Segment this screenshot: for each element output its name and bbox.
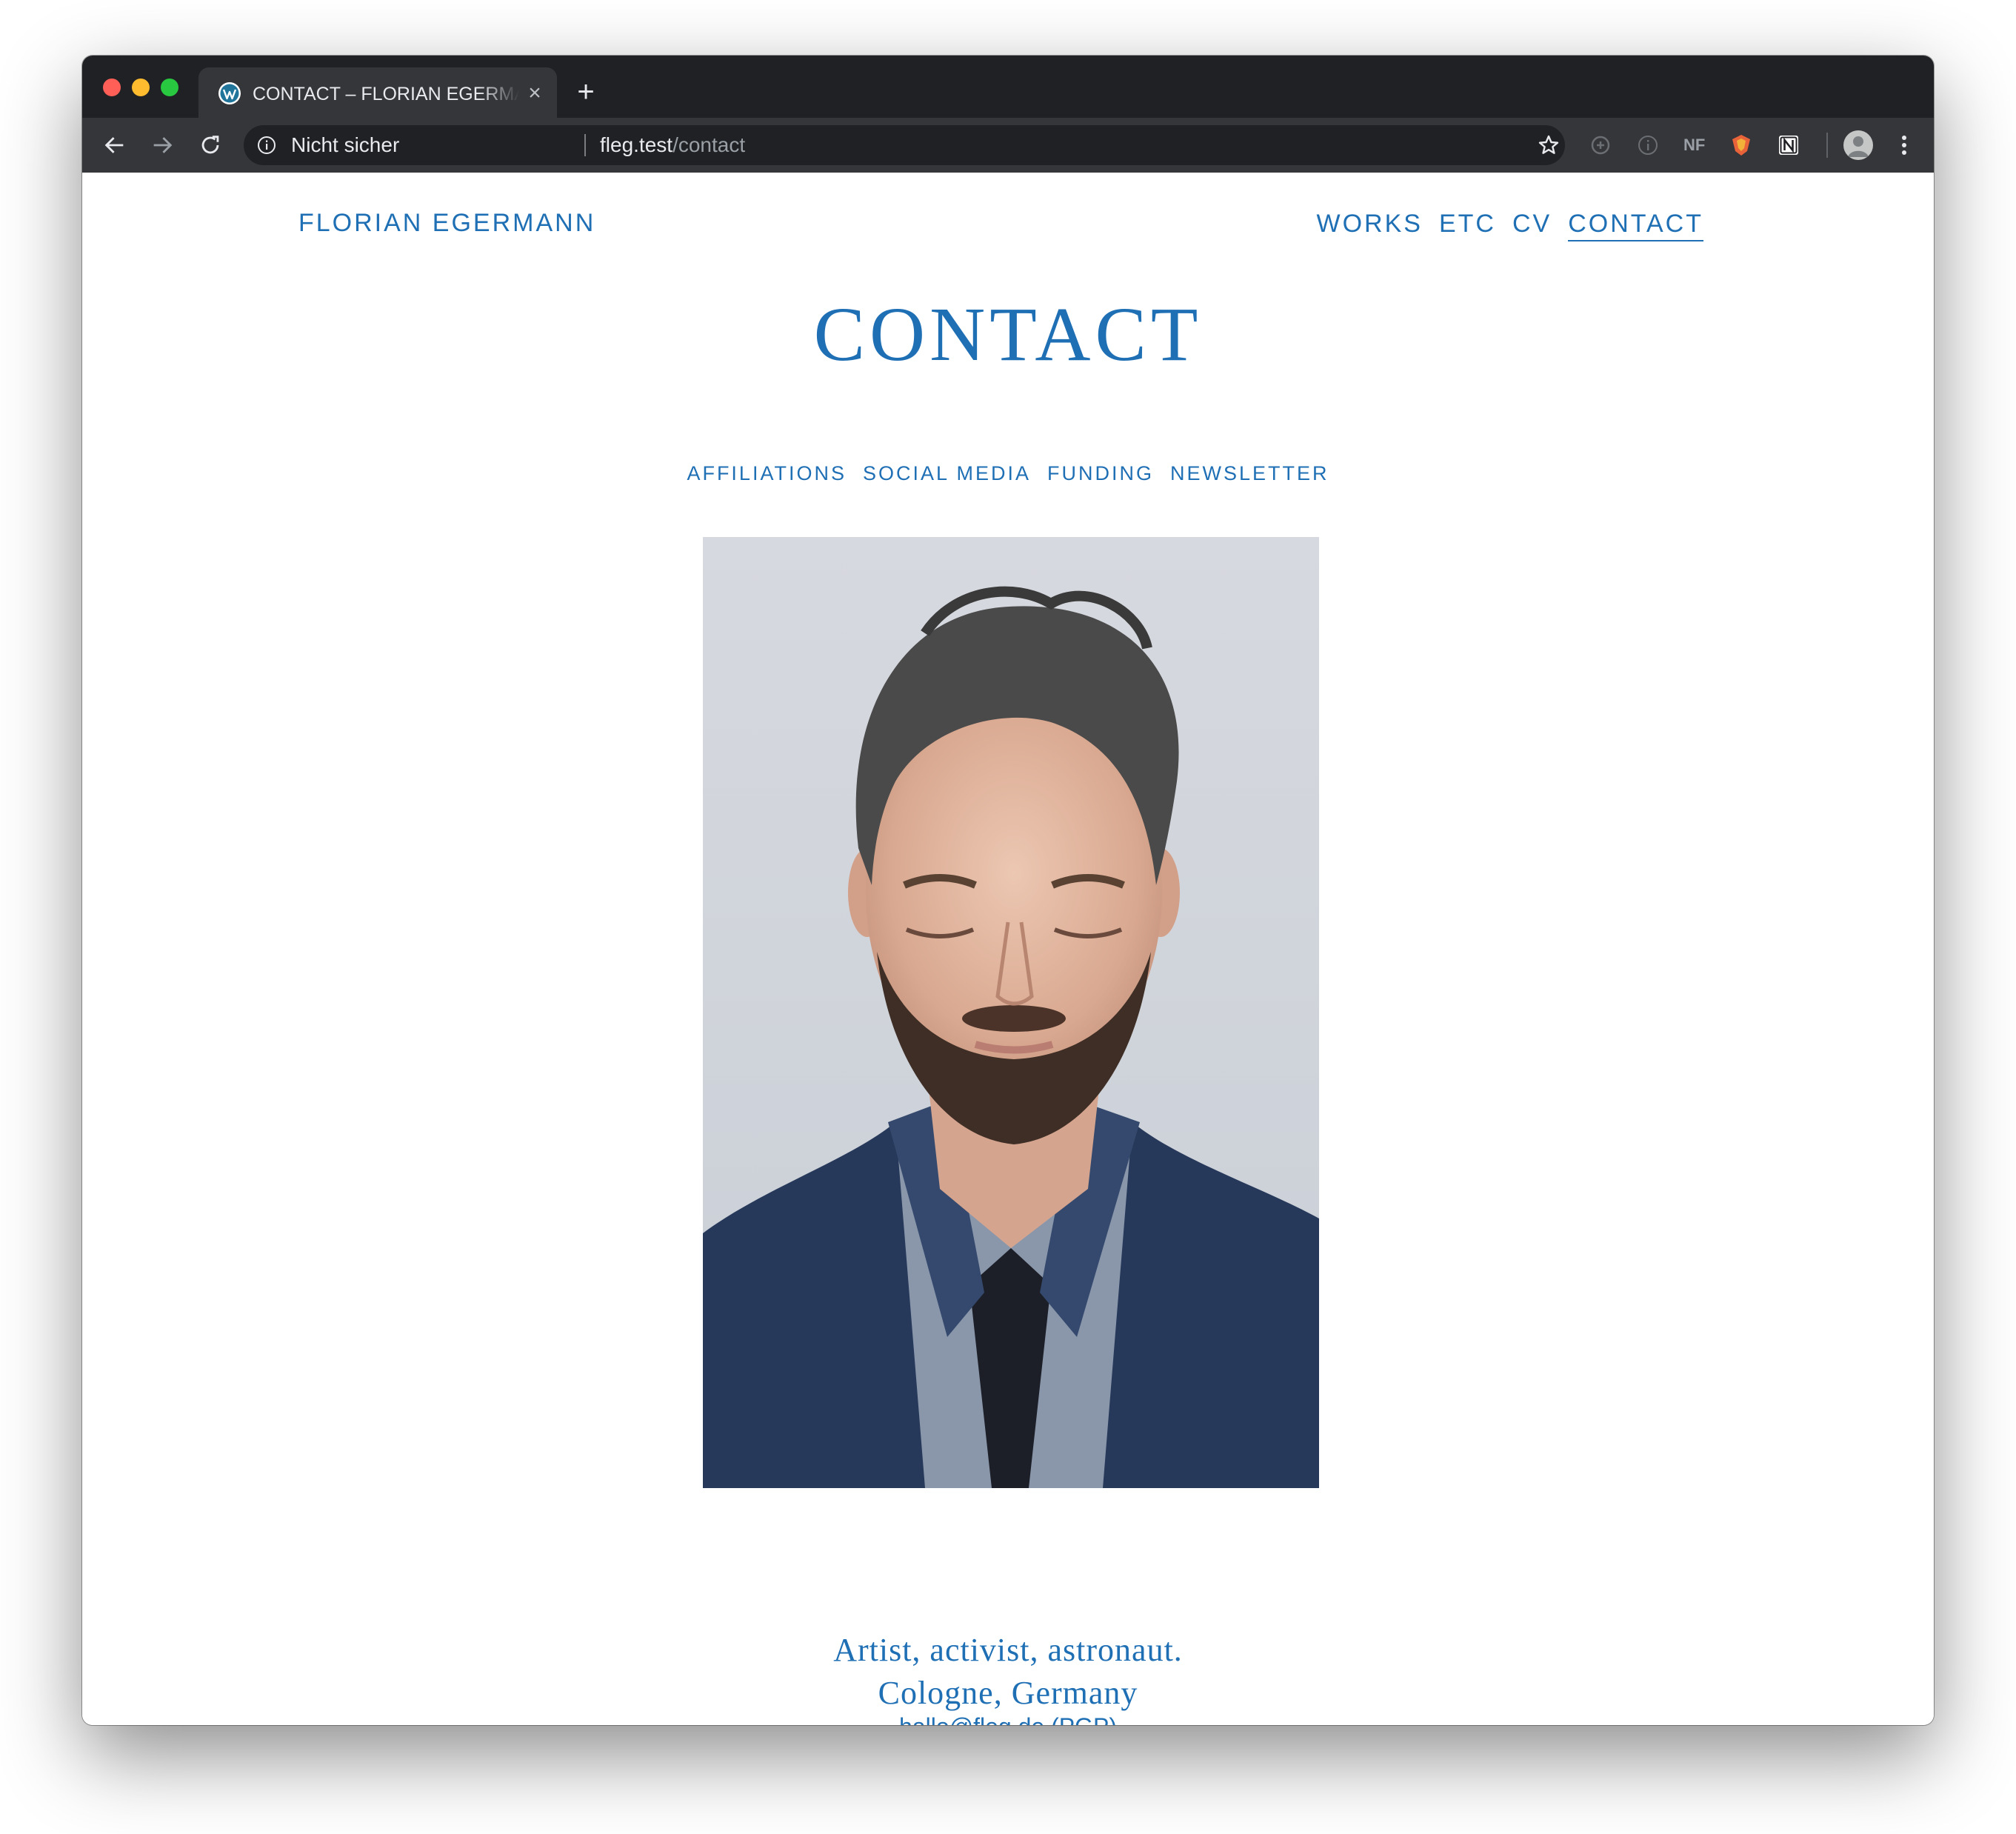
window-close-button[interactable] (103, 79, 121, 96)
nav-etc[interactable]: ETC (1439, 207, 1496, 241)
reload-icon (201, 136, 219, 154)
info-icon[interactable] (257, 136, 276, 155)
page-title: CONTACT (813, 292, 1203, 377)
pgp-link[interactable]: (PGP) (1051, 1713, 1117, 1725)
bio-line-2: Cologne, Germany (878, 1675, 1138, 1711)
extension-icon[interactable] (1635, 132, 1661, 159)
toolbar-separator (1826, 133, 1828, 158)
url-path: /contact (672, 133, 746, 156)
tab-bar: CONTACT – FLORIAN EGERMANN × + (82, 56, 1934, 118)
back-button[interactable] (100, 130, 130, 160)
url-text[interactable]: fleg.test/contact (600, 133, 745, 158)
forward-arrow-icon (153, 137, 173, 153)
url-host: fleg.test (600, 133, 673, 156)
nav-cv[interactable]: CV (1512, 207, 1552, 241)
nav-contact[interactable]: CONTACT (1568, 207, 1703, 241)
reload-button[interactable] (196, 130, 225, 160)
more-menu-icon[interactable] (1897, 132, 1912, 159)
address-separator (584, 134, 586, 156)
subnav-affiliations[interactable]: AFFILIATIONS (687, 461, 847, 486)
main-navigation: WORKS ETC CV CONTACT (1317, 207, 1703, 241)
site-name-link[interactable]: FLORIAN EGERMANN (298, 209, 595, 238)
wordpress-icon (218, 82, 241, 104)
extension-icon[interactable] (1775, 132, 1802, 159)
extension-icon[interactable] (1587, 132, 1614, 159)
extension-icon[interactable]: NF (1683, 132, 1705, 159)
back-arrow-icon (104, 137, 124, 153)
portrait-photo (703, 537, 1319, 1488)
section-navigation: AFFILIATIONS SOCIAL MEDIA FUNDING NEWSLE… (82, 461, 1934, 486)
address-bar[interactable]: Nicht sicher fleg.test/contact (244, 125, 1565, 165)
security-status[interactable]: Nicht sicher (291, 133, 399, 158)
tab-title: CONTACT – FLORIAN EGERMANN (253, 84, 519, 104)
subnav-funding[interactable]: FUNDING (1047, 461, 1154, 486)
window-maximize-button[interactable] (161, 79, 178, 96)
email-link[interactable]: hallo@fleg.de (899, 1713, 1044, 1725)
window-minimize-button[interactable] (132, 79, 150, 96)
contact-email-line: hallo@fleg.de (PGP) (82, 1712, 1934, 1725)
new-tab-button[interactable]: + (571, 77, 601, 108)
bio-line-1: Artist, activist, astronaut. (833, 1632, 1183, 1668)
star-icon[interactable] (1537, 133, 1561, 157)
subnav-newsletter[interactable]: NEWSLETTER (1170, 461, 1329, 486)
forward-button[interactable] (147, 130, 177, 160)
subnav-social-media[interactable]: SOCIAL MEDIA (863, 461, 1031, 486)
browser-toolbar: Nicht sicher fleg.test/contact NF (82, 118, 1934, 173)
tab-close-icon[interactable]: × (524, 82, 546, 104)
browser-tab-active[interactable]: CONTACT – FLORIAN EGERMANN × (198, 67, 557, 118)
browser-window: CONTACT – FLORIAN EGERMANN × + Nicht sic… (82, 56, 1934, 1725)
profile-avatar-icon[interactable] (1843, 130, 1873, 160)
web-page: FLORIAN EGERMANN WORKS ETC CV CONTACT CO… (82, 173, 1934, 1725)
bio-text: Artist, activist, astronaut. Cologne, Ge… (82, 1629, 1934, 1715)
nav-works[interactable]: WORKS (1317, 207, 1423, 241)
extension-icon[interactable] (1728, 132, 1755, 159)
